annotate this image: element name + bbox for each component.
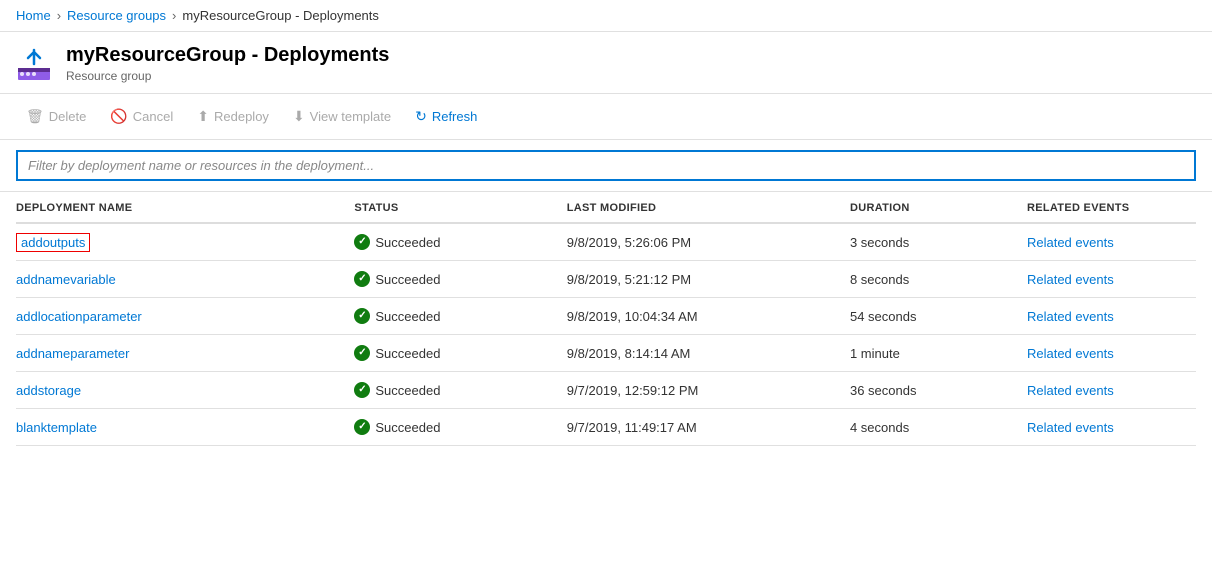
- status-cell: Succeeded: [354, 382, 550, 398]
- succeeded-icon: [354, 271, 370, 287]
- table-header-row: Deployment Name Status Last Modified Dur…: [16, 192, 1196, 223]
- succeeded-icon: [354, 234, 370, 250]
- status-text: Succeeded: [375, 272, 440, 287]
- cancel-button[interactable]: 🚫 Cancel: [100, 102, 183, 131]
- breadcrumb-resource-groups[interactable]: Resource groups: [67, 8, 166, 23]
- last-modified-cell: 9/8/2019, 5:21:12 PM: [559, 261, 842, 298]
- deployments-table: Deployment Name Status Last Modified Dur…: [16, 192, 1196, 446]
- status-cell: Succeeded: [354, 234, 550, 250]
- status-text: Succeeded: [375, 383, 440, 398]
- table-row: addoutputs Succeeded 9/8/2019, 5:26:06 PM3…: [16, 223, 1196, 261]
- view-template-button[interactable]: ⬇ View template: [283, 102, 401, 131]
- col-header-status: Status: [346, 192, 558, 223]
- deployment-link-addlocationparameter[interactable]: addlocationparameter: [16, 309, 142, 324]
- succeeded-icon: [354, 382, 370, 398]
- last-modified-cell: 9/8/2019, 10:04:34 AM: [559, 298, 842, 335]
- page-subtitle: Resource group: [66, 69, 389, 83]
- deployment-link-blanktemplate[interactable]: blanktemplate: [16, 420, 97, 435]
- deployment-link-addnameparameter[interactable]: addnameparameter: [16, 346, 129, 361]
- related-events-link-blanktemplate[interactable]: Related events: [1027, 420, 1114, 435]
- duration-cell: 54 seconds: [842, 298, 1019, 335]
- refresh-button[interactable]: ↻ Refresh: [405, 102, 487, 131]
- succeeded-icon: [354, 345, 370, 361]
- status-text: Succeeded: [375, 309, 440, 324]
- status-cell: Succeeded: [354, 345, 550, 361]
- table-row: addlocationparameter Succeeded 9/8/2019, 1…: [16, 298, 1196, 335]
- filter-input[interactable]: [16, 150, 1196, 181]
- succeeded-icon: [354, 308, 370, 324]
- redeploy-icon: ⬆: [197, 108, 209, 125]
- header-text: myResourceGroup - Deployments Resource g…: [66, 44, 389, 83]
- last-modified-cell: 9/8/2019, 8:14:14 AM: [559, 335, 842, 372]
- table-row: addnamevariable Succeeded 9/8/2019, 5:21:1…: [16, 261, 1196, 298]
- table-row: addnameparameter Succeeded 9/8/2019, 8:14:…: [16, 335, 1196, 372]
- related-events-link-addnamevariable[interactable]: Related events: [1027, 272, 1114, 287]
- breadcrumb-home[interactable]: Home: [16, 8, 51, 23]
- redeploy-button[interactable]: ⬆ Redeploy: [187, 102, 279, 131]
- succeeded-icon: [354, 419, 370, 435]
- last-modified-cell: 9/7/2019, 12:59:12 PM: [559, 372, 842, 409]
- duration-cell: 3 seconds: [842, 223, 1019, 261]
- col-header-deployment-name: Deployment Name: [16, 192, 346, 223]
- breadcrumb-current: myResourceGroup - Deployments: [182, 8, 379, 23]
- status-cell: Succeeded: [354, 308, 550, 324]
- toolbar: 🗑 Delete 🚫 Cancel ⬆ Redeploy ⬇ View temp…: [0, 94, 1212, 140]
- last-modified-cell: 9/7/2019, 11:49:17 AM: [559, 409, 842, 446]
- related-events-link-addlocationparameter[interactable]: Related events: [1027, 309, 1114, 324]
- deployment-link-addnamevariable[interactable]: addnamevariable: [16, 272, 116, 287]
- page-header: myResourceGroup - Deployments Resource g…: [0, 32, 1212, 94]
- status-text: Succeeded: [375, 420, 440, 435]
- col-header-last-modified: Last Modified: [559, 192, 842, 223]
- deployment-link-addoutputs[interactable]: addoutputs: [16, 233, 90, 252]
- cancel-icon: 🚫: [110, 108, 127, 125]
- deployment-link-addstorage[interactable]: addstorage: [16, 383, 81, 398]
- status-cell: Succeeded: [354, 271, 550, 287]
- duration-cell: 8 seconds: [842, 261, 1019, 298]
- last-modified-cell: 9/8/2019, 5:26:06 PM: [559, 223, 842, 261]
- table-row: addstorage Succeeded 9/7/2019, 12:59:12 PM…: [16, 372, 1196, 409]
- related-events-link-addstorage[interactable]: Related events: [1027, 383, 1114, 398]
- related-events-link-addnameparameter[interactable]: Related events: [1027, 346, 1114, 361]
- delete-icon: 🗑: [26, 108, 44, 125]
- breadcrumb: Home › Resource groups › myResourceGroup…: [0, 0, 1212, 32]
- related-events-link-addoutputs[interactable]: Related events: [1027, 235, 1114, 250]
- table-row: blanktemplate Succeeded 9/7/2019, 11:49:17…: [16, 409, 1196, 446]
- deployments-table-container: Deployment Name Status Last Modified Dur…: [0, 192, 1212, 446]
- filter-bar: [0, 140, 1212, 192]
- col-header-related-events: Related Events: [1019, 192, 1196, 223]
- resource-group-icon: [16, 46, 52, 82]
- status-cell: Succeeded: [354, 419, 550, 435]
- delete-button[interactable]: 🗑 Delete: [16, 102, 96, 131]
- col-header-duration: Duration: [842, 192, 1019, 223]
- duration-cell: 36 seconds: [842, 372, 1019, 409]
- page-title: myResourceGroup - Deployments: [66, 44, 389, 67]
- status-text: Succeeded: [375, 346, 440, 361]
- refresh-icon: ↻: [415, 108, 427, 125]
- view-template-icon: ⬇: [293, 108, 305, 125]
- status-text: Succeeded: [375, 235, 440, 250]
- duration-cell: 1 minute: [842, 335, 1019, 372]
- duration-cell: 4 seconds: [842, 409, 1019, 446]
